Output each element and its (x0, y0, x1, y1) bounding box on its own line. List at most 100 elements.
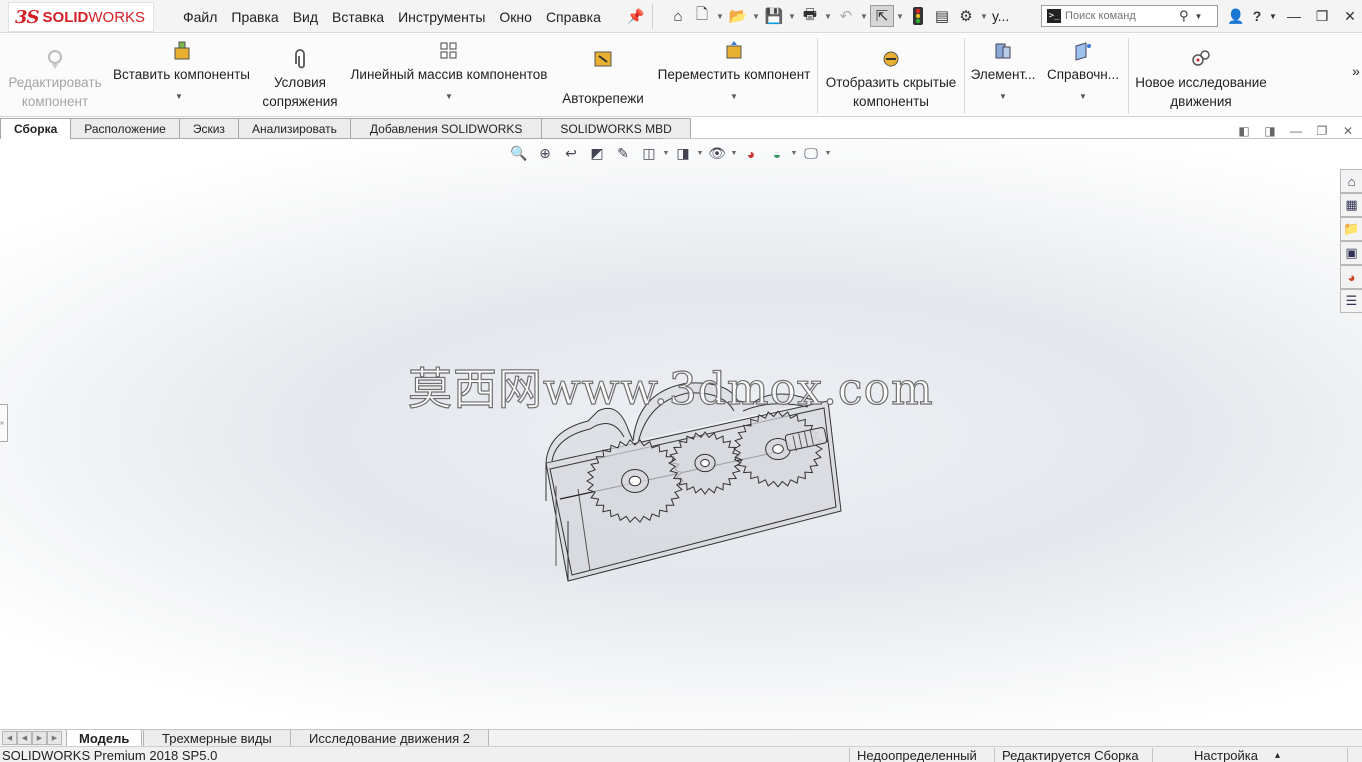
view-palette-icon[interactable]: ▣ (1340, 241, 1362, 265)
graphics-area[interactable]: 🔍 ⊕ ↩ ◩ ✎ ◫ ▼ ◨ ▼ 👁 ▼ ◕ ◒ ▼ 🖵 ▼ ⌂ ▦ 📁 ▣ … (0, 139, 1362, 729)
reference-geometry-button[interactable]: Справочн... ▼ (1042, 40, 1124, 102)
tab-solidworks-mbd[interactable]: SOLIDWORKS MBD (542, 118, 691, 139)
customize-arrow-icon[interactable]: ▴ (1275, 747, 1280, 762)
design-library-icon[interactable]: ▦ (1340, 193, 1362, 217)
assembly-features-button[interactable]: Элемент... ▼ (968, 40, 1038, 102)
scene-dropdown-icon[interactable]: ▼ (790, 150, 798, 157)
options-gear-icon[interactable]: ⚙ (954, 5, 978, 27)
menu-insert[interactable]: Вставка (325, 9, 391, 25)
insert-components-button[interactable]: Вставить компоненты ▼ (110, 40, 253, 102)
solidworks-logo[interactable]: 3S SOLIDWORKS (8, 2, 154, 32)
customize-button[interactable]: Настройка (1194, 747, 1258, 762)
new-motion-study-button[interactable]: Новое исследование движения (1132, 48, 1270, 111)
file-properties-icon[interactable]: ▤ (930, 5, 954, 27)
linear-pattern-button[interactable]: Линейный массив компонентов ▼ (346, 40, 552, 102)
undo-dropdown-icon[interactable]: ▼ (858, 5, 870, 27)
select-cursor-icon[interactable]: ⇱ (870, 5, 894, 27)
traffic-light-icon[interactable] (906, 5, 930, 27)
file-explorer-icon[interactable]: 📁 (1340, 217, 1362, 241)
move-component-button[interactable]: Переместить компонент ▼ (654, 40, 814, 102)
linear-pattern-dropdown-icon[interactable]: ▼ (346, 92, 552, 102)
user-label[interactable]: у... (992, 8, 1009, 24)
search-dropdown-icon[interactable]: ▼ (1195, 12, 1203, 21)
open-folder-icon[interactable]: 📂 (726, 5, 750, 27)
apply-scene-icon[interactable]: ◒ (764, 146, 790, 162)
save-dropdown-icon[interactable]: ▼ (786, 5, 798, 27)
close-icon[interactable]: ✕ (1335, 8, 1362, 25)
assembly-features-dropdown-icon[interactable]: ▼ (968, 92, 1038, 102)
search-icon[interactable]: ⚲ (1179, 8, 1189, 24)
help-dropdown-icon[interactable]: ▼ (1267, 12, 1279, 21)
tab-sketch[interactable]: Эскиз (179, 118, 239, 139)
previous-view-icon[interactable]: ↩ (558, 145, 584, 162)
move-component-dropdown-icon[interactable]: ▼ (654, 92, 814, 102)
reference-geometry-dropdown-icon[interactable]: ▼ (1042, 92, 1124, 102)
view-orientation-dropdown-icon[interactable]: ▼ (662, 150, 670, 157)
quick-access-toolbar: ⌂ 🗋 ▼ 📂 ▼ 💾 ▼ 🖶 ▼ ↶ ▼ ⇱ ▼ ▤ ⚙ ▼ у... (666, 5, 1009, 27)
zoom-to-fit-icon[interactable]: 🔍 (506, 145, 532, 162)
doc-minimize-icon[interactable]: — (1288, 124, 1304, 138)
save-icon[interactable]: 💾 (762, 5, 786, 27)
minimize-icon[interactable]: — (1279, 8, 1309, 24)
show-hidden-components-button[interactable]: Отобразить скрытые компоненты (821, 48, 961, 111)
solidworks-resources-icon[interactable]: ⌂ (1340, 169, 1362, 193)
command-search-input[interactable] (1065, 10, 1177, 22)
hide-show-dropdown-icon[interactable]: ▼ (730, 150, 738, 157)
home-icon[interactable]: ⌂ (666, 5, 690, 27)
new-dropdown-icon[interactable]: ▼ (714, 5, 726, 27)
hide-show-items-icon[interactable]: 👁 (704, 145, 730, 162)
last-tab-arrow-icon[interactable]: ▶ (47, 731, 62, 745)
open-dropdown-icon[interactable]: ▼ (750, 5, 762, 27)
document-window-controls: ◧ ◨ — ❐ ✕ (1236, 124, 1356, 138)
menu-help[interactable]: Справка (539, 9, 608, 25)
tab-assembly[interactable]: Сборка (0, 118, 72, 139)
select-dropdown-icon[interactable]: ▼ (894, 5, 906, 27)
view-settings-icon[interactable]: 🖵 (798, 145, 824, 162)
view-orientation-icon[interactable]: ◫ (636, 145, 662, 162)
first-tab-arrow-icon[interactable]: ◀ (2, 731, 17, 745)
undo-icon[interactable]: ↶ (834, 5, 858, 27)
display-style-icon[interactable]: ◨ (670, 145, 696, 162)
help-icon[interactable]: ? (1247, 8, 1267, 24)
appearances-icon[interactable]: ◕ (1340, 265, 1362, 289)
tile-left-icon[interactable]: ◧ (1236, 124, 1252, 138)
custom-properties-icon[interactable]: ☰ (1340, 289, 1362, 313)
feature-tree-expand-handle[interactable]: » (0, 404, 8, 442)
tile-right-icon[interactable]: ◨ (1262, 124, 1278, 138)
menu-view[interactable]: Вид (286, 9, 325, 25)
menu-file[interactable]: Файл (176, 9, 224, 25)
command-search[interactable]: >_ ⚲ ▼ (1041, 5, 1218, 27)
restore-icon[interactable]: ❐ (1309, 8, 1335, 25)
section-view-icon[interactable]: ◩ (584, 145, 610, 162)
tab-solidworks-addins[interactable]: Добавления SOLIDWORKS (350, 118, 543, 139)
menu-bar: Файл Правка Вид Вставка Инструменты Окно… (176, 0, 608, 33)
dynamic-annotation-icon[interactable]: ✎ (610, 145, 636, 162)
menu-edit[interactable]: Правка (224, 9, 285, 25)
prev-tab-arrow-icon[interactable]: ◀ (17, 731, 32, 745)
options-dropdown-icon[interactable]: ▼ (978, 5, 990, 27)
edit-appearance-icon[interactable]: ◕ (738, 146, 764, 162)
new-document-icon[interactable]: 🗋 (690, 5, 714, 27)
smart-fasteners-button[interactable]: Автокрепежи (556, 48, 650, 108)
print-dropdown-icon[interactable]: ▼ (822, 5, 834, 27)
menu-window[interactable]: Окно (492, 9, 539, 25)
tab-motion-study-2[interactable]: Исследование движения 2 (290, 730, 489, 747)
pin-menu-icon[interactable]: 📌 (627, 8, 644, 25)
menu-tools[interactable]: Инструменты (391, 9, 492, 25)
print-icon[interactable]: 🖶 (798, 5, 822, 27)
tab-layout[interactable]: Расположение (71, 118, 180, 139)
user-account-icon[interactable]: 👤 (1225, 8, 1247, 25)
next-tab-arrow-icon[interactable]: ▶ (32, 731, 47, 745)
tab-3d-views[interactable]: Трехмерные виды (143, 730, 291, 747)
doc-close-icon[interactable]: ✕ (1340, 124, 1356, 138)
display-style-dropdown-icon[interactable]: ▼ (696, 150, 704, 157)
tab-model[interactable]: Модель (66, 730, 143, 747)
tab-evaluate[interactable]: Анализировать (238, 118, 351, 139)
doc-restore-icon[interactable]: ❐ (1314, 124, 1330, 138)
ribbon-more-button[interactable]: » (1350, 62, 1362, 81)
zoom-to-area-icon[interactable]: ⊕ (532, 145, 558, 162)
mates-button[interactable]: Условия сопряжения (256, 48, 344, 111)
insert-components-dropdown-icon[interactable]: ▼ (109, 92, 253, 102)
view-settings-dropdown-icon[interactable]: ▼ (824, 150, 832, 157)
edit-component-button[interactable]: Редактировать компонент (4, 48, 106, 111)
